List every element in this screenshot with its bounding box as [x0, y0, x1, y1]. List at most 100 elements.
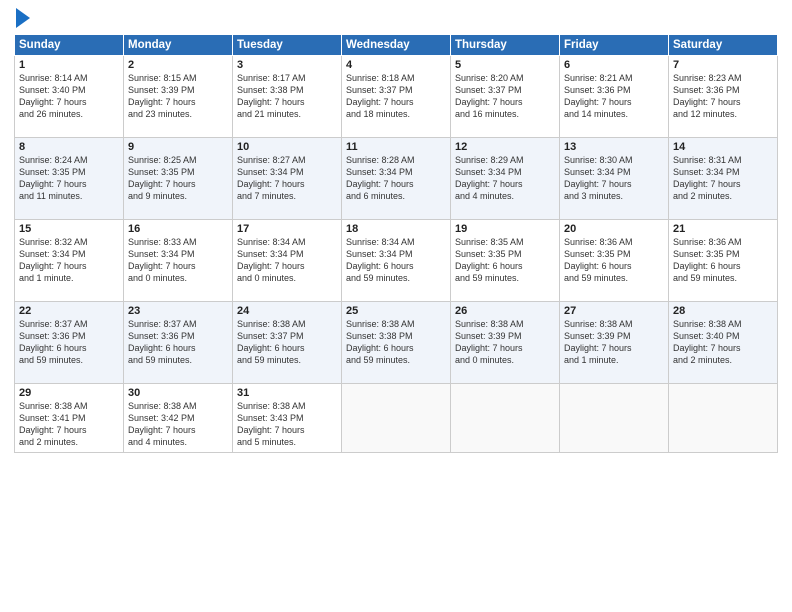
- calendar-cell: 28Sunrise: 8:38 AMSunset: 3:40 PMDayligh…: [669, 302, 778, 384]
- day-number: 5: [455, 59, 555, 71]
- cell-info: Sunrise: 8:33 AMSunset: 3:34 PMDaylight:…: [128, 236, 228, 285]
- day-number: 10: [237, 141, 337, 153]
- calendar-cell: [451, 384, 560, 453]
- day-number: 17: [237, 223, 337, 235]
- day-number: 24: [237, 305, 337, 317]
- cell-info: Sunrise: 8:14 AMSunset: 3:40 PMDaylight:…: [19, 72, 119, 121]
- day-number: 31: [237, 387, 337, 399]
- cell-info: Sunrise: 8:29 AMSunset: 3:34 PMDaylight:…: [455, 154, 555, 203]
- calendar-cell: 7Sunrise: 8:23 AMSunset: 3:36 PMDaylight…: [669, 56, 778, 138]
- logo-arrow-icon: [16, 8, 30, 28]
- cell-info: Sunrise: 8:32 AMSunset: 3:34 PMDaylight:…: [19, 236, 119, 285]
- cell-info: Sunrise: 8:36 AMSunset: 3:35 PMDaylight:…: [673, 236, 773, 285]
- calendar-cell: 31Sunrise: 8:38 AMSunset: 3:43 PMDayligh…: [233, 384, 342, 453]
- day-number: 26: [455, 305, 555, 317]
- day-number: 15: [19, 223, 119, 235]
- cell-info: Sunrise: 8:37 AMSunset: 3:36 PMDaylight:…: [19, 318, 119, 367]
- cell-info: Sunrise: 8:37 AMSunset: 3:36 PMDaylight:…: [128, 318, 228, 367]
- calendar-cell: [560, 384, 669, 453]
- calendar-cell: 9Sunrise: 8:25 AMSunset: 3:35 PMDaylight…: [124, 138, 233, 220]
- calendar-cell: 23Sunrise: 8:37 AMSunset: 3:36 PMDayligh…: [124, 302, 233, 384]
- calendar-week-2: 8Sunrise: 8:24 AMSunset: 3:35 PMDaylight…: [15, 138, 778, 220]
- day-number: 30: [128, 387, 228, 399]
- cell-info: Sunrise: 8:24 AMSunset: 3:35 PMDaylight:…: [19, 154, 119, 203]
- day-number: 4: [346, 59, 446, 71]
- cell-info: Sunrise: 8:36 AMSunset: 3:35 PMDaylight:…: [564, 236, 664, 285]
- calendar-cell: 21Sunrise: 8:36 AMSunset: 3:35 PMDayligh…: [669, 220, 778, 302]
- day-number: 22: [19, 305, 119, 317]
- day-number: 7: [673, 59, 773, 71]
- calendar-cell: 5Sunrise: 8:20 AMSunset: 3:37 PMDaylight…: [451, 56, 560, 138]
- cell-info: Sunrise: 8:20 AMSunset: 3:37 PMDaylight:…: [455, 72, 555, 121]
- day-number: 2: [128, 59, 228, 71]
- day-number: 20: [564, 223, 664, 235]
- col-header-saturday: Saturday: [669, 35, 778, 56]
- calendar-cell: 29Sunrise: 8:38 AMSunset: 3:41 PMDayligh…: [15, 384, 124, 453]
- day-number: 8: [19, 141, 119, 153]
- calendar-cell: 11Sunrise: 8:28 AMSunset: 3:34 PMDayligh…: [342, 138, 451, 220]
- calendar-cell: [669, 384, 778, 453]
- calendar-cell: 24Sunrise: 8:38 AMSunset: 3:37 PMDayligh…: [233, 302, 342, 384]
- cell-info: Sunrise: 8:23 AMSunset: 3:36 PMDaylight:…: [673, 72, 773, 121]
- calendar-cell: 6Sunrise: 8:21 AMSunset: 3:36 PMDaylight…: [560, 56, 669, 138]
- cell-info: Sunrise: 8:30 AMSunset: 3:34 PMDaylight:…: [564, 154, 664, 203]
- day-number: 9: [128, 141, 228, 153]
- cell-info: Sunrise: 8:38 AMSunset: 3:38 PMDaylight:…: [346, 318, 446, 367]
- calendar-cell: 3Sunrise: 8:17 AMSunset: 3:38 PMDaylight…: [233, 56, 342, 138]
- cell-info: Sunrise: 8:25 AMSunset: 3:35 PMDaylight:…: [128, 154, 228, 203]
- cell-info: Sunrise: 8:35 AMSunset: 3:35 PMDaylight:…: [455, 236, 555, 285]
- day-number: 18: [346, 223, 446, 235]
- calendar-cell: 19Sunrise: 8:35 AMSunset: 3:35 PMDayligh…: [451, 220, 560, 302]
- day-number: 19: [455, 223, 555, 235]
- logo: [14, 10, 30, 28]
- day-number: 13: [564, 141, 664, 153]
- day-number: 14: [673, 141, 773, 153]
- calendar-cell: 13Sunrise: 8:30 AMSunset: 3:34 PMDayligh…: [560, 138, 669, 220]
- cell-info: Sunrise: 8:34 AMSunset: 3:34 PMDaylight:…: [237, 236, 337, 285]
- cell-info: Sunrise: 8:17 AMSunset: 3:38 PMDaylight:…: [237, 72, 337, 121]
- page: SundayMondayTuesdayWednesdayThursdayFrid…: [0, 0, 792, 612]
- col-header-monday: Monday: [124, 35, 233, 56]
- calendar-cell: 26Sunrise: 8:38 AMSunset: 3:39 PMDayligh…: [451, 302, 560, 384]
- cell-info: Sunrise: 8:34 AMSunset: 3:34 PMDaylight:…: [346, 236, 446, 285]
- day-number: 28: [673, 305, 773, 317]
- calendar-header-row: SundayMondayTuesdayWednesdayThursdayFrid…: [15, 35, 778, 56]
- col-header-tuesday: Tuesday: [233, 35, 342, 56]
- day-number: 27: [564, 305, 664, 317]
- day-number: 16: [128, 223, 228, 235]
- calendar-cell: 1Sunrise: 8:14 AMSunset: 3:40 PMDaylight…: [15, 56, 124, 138]
- calendar-cell: [342, 384, 451, 453]
- calendar-cell: 25Sunrise: 8:38 AMSunset: 3:38 PMDayligh…: [342, 302, 451, 384]
- cell-info: Sunrise: 8:38 AMSunset: 3:39 PMDaylight:…: [455, 318, 555, 367]
- calendar-week-3: 15Sunrise: 8:32 AMSunset: 3:34 PMDayligh…: [15, 220, 778, 302]
- cell-info: Sunrise: 8:38 AMSunset: 3:37 PMDaylight:…: [237, 318, 337, 367]
- calendar-cell: 30Sunrise: 8:38 AMSunset: 3:42 PMDayligh…: [124, 384, 233, 453]
- calendar-cell: 10Sunrise: 8:27 AMSunset: 3:34 PMDayligh…: [233, 138, 342, 220]
- calendar-cell: 20Sunrise: 8:36 AMSunset: 3:35 PMDayligh…: [560, 220, 669, 302]
- day-number: 3: [237, 59, 337, 71]
- cell-info: Sunrise: 8:38 AMSunset: 3:43 PMDaylight:…: [237, 400, 337, 449]
- header: [14, 10, 778, 28]
- calendar-week-5: 29Sunrise: 8:38 AMSunset: 3:41 PMDayligh…: [15, 384, 778, 453]
- cell-info: Sunrise: 8:38 AMSunset: 3:39 PMDaylight:…: [564, 318, 664, 367]
- cell-info: Sunrise: 8:31 AMSunset: 3:34 PMDaylight:…: [673, 154, 773, 203]
- cell-info: Sunrise: 8:38 AMSunset: 3:40 PMDaylight:…: [673, 318, 773, 367]
- calendar-cell: 17Sunrise: 8:34 AMSunset: 3:34 PMDayligh…: [233, 220, 342, 302]
- calendar: SundayMondayTuesdayWednesdayThursdayFrid…: [14, 34, 778, 453]
- calendar-week-4: 22Sunrise: 8:37 AMSunset: 3:36 PMDayligh…: [15, 302, 778, 384]
- calendar-cell: 14Sunrise: 8:31 AMSunset: 3:34 PMDayligh…: [669, 138, 778, 220]
- calendar-cell: 12Sunrise: 8:29 AMSunset: 3:34 PMDayligh…: [451, 138, 560, 220]
- day-number: 25: [346, 305, 446, 317]
- day-number: 6: [564, 59, 664, 71]
- cell-info: Sunrise: 8:38 AMSunset: 3:41 PMDaylight:…: [19, 400, 119, 449]
- col-header-wednesday: Wednesday: [342, 35, 451, 56]
- cell-info: Sunrise: 8:38 AMSunset: 3:42 PMDaylight:…: [128, 400, 228, 449]
- cell-info: Sunrise: 8:21 AMSunset: 3:36 PMDaylight:…: [564, 72, 664, 121]
- day-number: 12: [455, 141, 555, 153]
- col-header-sunday: Sunday: [15, 35, 124, 56]
- cell-info: Sunrise: 8:18 AMSunset: 3:37 PMDaylight:…: [346, 72, 446, 121]
- calendar-cell: 27Sunrise: 8:38 AMSunset: 3:39 PMDayligh…: [560, 302, 669, 384]
- cell-info: Sunrise: 8:15 AMSunset: 3:39 PMDaylight:…: [128, 72, 228, 121]
- col-header-friday: Friday: [560, 35, 669, 56]
- calendar-week-1: 1Sunrise: 8:14 AMSunset: 3:40 PMDaylight…: [15, 56, 778, 138]
